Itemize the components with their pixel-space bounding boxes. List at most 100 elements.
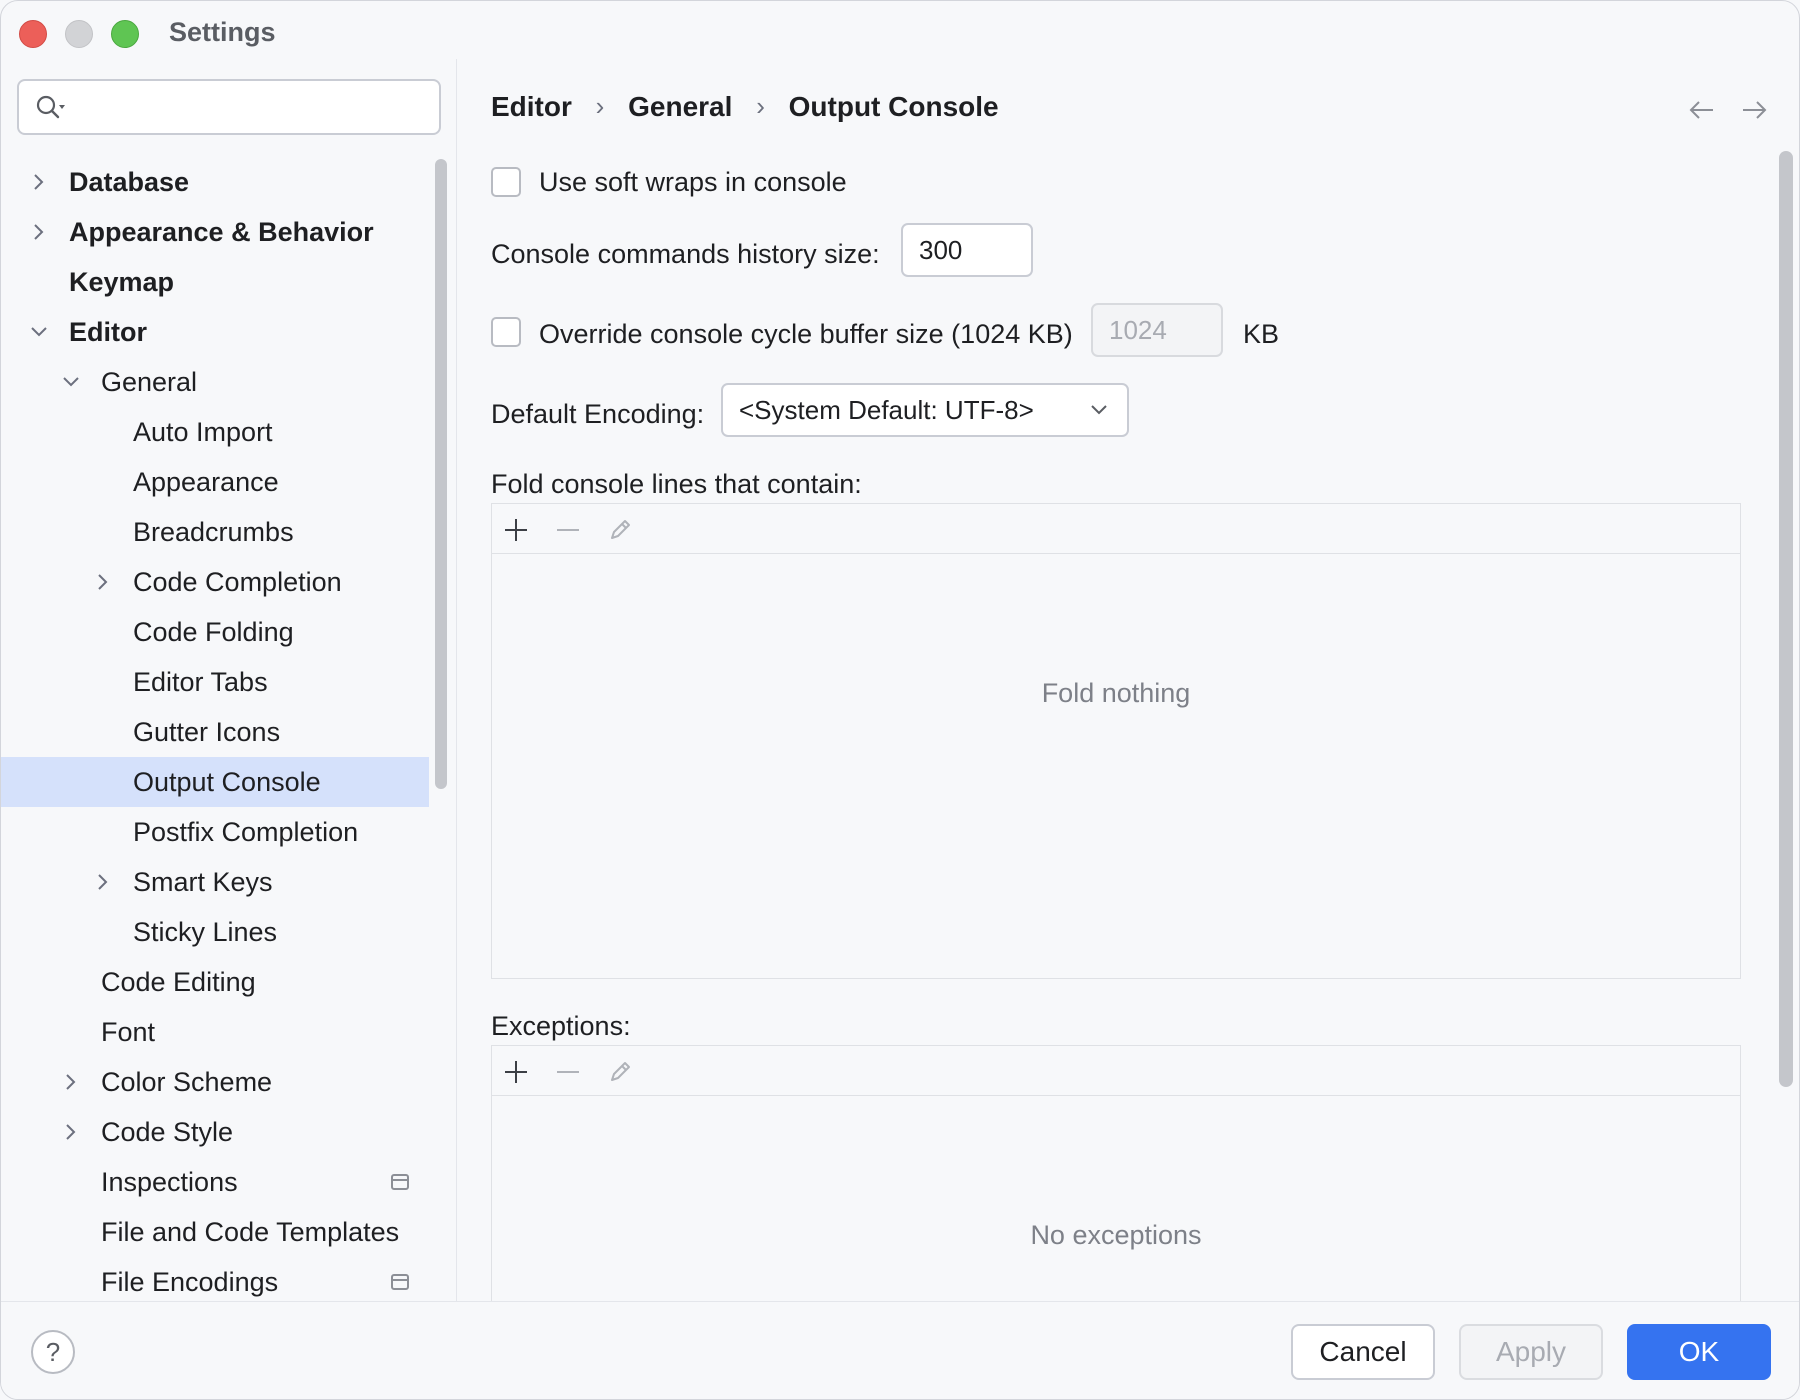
sidebar-item-label: File and Code Templates [101, 1217, 400, 1247]
chevron-down-icon[interactable] [29, 321, 49, 343]
sidebar-item-inspections[interactable]: Inspections [1, 1157, 429, 1207]
breadcrumb-output-console: Output Console [788, 90, 999, 122]
sidebar-item-file-and-code-templates[interactable]: File and Code Templates [1, 1207, 429, 1257]
sidebar-item-sticky-lines[interactable]: Sticky Lines [1, 907, 429, 957]
sidebar-item-label: Appearance [133, 467, 279, 497]
sidebar-item-label: Font [101, 1017, 156, 1047]
settings-content: Editor › General › Output Console Use so… [459, 59, 1799, 1315]
history-size-label: Console commands history size: [491, 239, 880, 269]
sidebar-item-appearance-behavior[interactable]: Appearance & Behavior [1, 207, 429, 257]
breadcrumb-editor[interactable]: Editor [491, 91, 572, 123]
content-scrollbar[interactable] [1779, 151, 1793, 1087]
sidebar-item-output-console[interactable]: Output Console [1, 757, 429, 807]
settings-window: Settings Database Appearance & Behavior Ke… [0, 0, 1800, 1400]
chevron-down-icon[interactable] [61, 371, 81, 393]
sidebar-scrollbar[interactable] [435, 159, 447, 789]
sidebar-item-gutter-icons[interactable]: Gutter Icons [1, 707, 429, 757]
project-scope-icon [391, 1174, 409, 1190]
sidebar-item-label: Editor Tabs [133, 667, 268, 697]
chevron-right-icon[interactable] [61, 1121, 81, 1143]
chevron-right-icon[interactable] [93, 871, 113, 893]
override-buffer-label: Override console cycle buffer size (1024… [539, 319, 1073, 349]
search-input[interactable] [75, 89, 425, 125]
encoding-select[interactable]: <System Default: UTF-8> [721, 383, 1129, 437]
sidebar-item-file-encodings[interactable]: File Encodings [1, 1257, 429, 1307]
fold-empty-text: Fold nothing [1041, 678, 1191, 708]
ok-button[interactable]: OK [1627, 1324, 1771, 1380]
chevron-right-icon[interactable] [29, 221, 49, 243]
cancel-button[interactable]: Cancel [1291, 1324, 1435, 1380]
search-icon [36, 95, 65, 119]
sidebar-item-label: Auto Import [133, 417, 273, 447]
settings-search[interactable] [17, 79, 441, 135]
sidebar-item-label: Keymap [69, 267, 175, 297]
buffer-unit-label: KB [1243, 319, 1280, 349]
sidebar-item-color-scheme[interactable]: Color Scheme [1, 1057, 429, 1107]
sidebar-item-label: Editor [69, 317, 147, 347]
fold-lines-panel: Fold nothing [491, 503, 1741, 979]
edit-pencil-icon[interactable] [606, 1058, 634, 1086]
edit-pencil-icon[interactable] [606, 516, 634, 544]
dialog-footer: ? Cancel Apply OK [1, 1301, 1799, 1399]
breadcrumb-general[interactable]: General [628, 91, 732, 123]
sidebar-item-smart-keys[interactable]: Smart Keys [1, 857, 429, 907]
chevron-down-icon [1091, 405, 1107, 415]
sidebar-item-label: Gutter Icons [133, 717, 281, 747]
sidebar-item-code-editing[interactable]: Code Editing [1, 957, 429, 1007]
sidebar-item-postfix-completion[interactable]: Postfix Completion [1, 807, 429, 857]
chevron-right-icon[interactable] [29, 171, 49, 193]
minimize-window-button[interactable] [65, 20, 93, 48]
project-scope-icon [391, 1274, 409, 1290]
apply-button[interactable]: Apply [1459, 1324, 1603, 1380]
sidebar-item-label: Code Completion [133, 567, 342, 597]
history-size-input[interactable]: 300 [901, 223, 1033, 277]
sidebar-item-appearance[interactable]: Appearance [1, 457, 429, 507]
fold-label: Fold console lines that contain: [491, 469, 862, 499]
history-navigation [1685, 93, 1775, 129]
forward-arrow-icon[interactable] [1737, 93, 1771, 127]
sidebar-item-breadcrumbs[interactable]: Breadcrumbs [1, 507, 429, 557]
exceptions-toolbar [492, 1046, 1740, 1096]
sidebar-item-code-style[interactable]: Code Style [1, 1107, 429, 1157]
sidebar-item-auto-import[interactable]: Auto Import [1, 407, 429, 457]
close-window-button[interactable] [19, 20, 47, 48]
sidebar-item-label: Breadcrumbs [133, 517, 294, 547]
remove-icon[interactable] [554, 1058, 582, 1086]
sidebar-item-code-completion[interactable]: Code Completion [1, 557, 429, 607]
sidebar-item-code-folding[interactable]: Code Folding [1, 607, 429, 657]
settings-tree: Database Appearance & Behavior Keymap Edito… [1, 157, 429, 1307]
sidebar-item-label: Code Editing [101, 967, 256, 997]
soft-wraps-label: Use soft wraps in console [539, 167, 847, 197]
sidebar-item-label: Code Folding [133, 617, 294, 647]
sidebar-item-label: General [101, 367, 198, 397]
back-arrow-icon[interactable] [1685, 93, 1719, 127]
maximize-window-button[interactable] [111, 20, 139, 48]
sidebar-item-editor[interactable]: Editor [1, 307, 429, 357]
fold-toolbar [492, 504, 1740, 554]
add-icon[interactable] [502, 1058, 530, 1086]
encoding-label: Default Encoding: [491, 399, 705, 429]
chevron-right-icon[interactable] [93, 571, 113, 593]
sidebar-item-general[interactable]: General [1, 357, 429, 407]
sidebar-item-keymap[interactable]: Keymap [1, 257, 429, 307]
chevron-right-icon[interactable] [61, 1071, 81, 1093]
sidebar-item-label: Color Scheme [101, 1067, 273, 1097]
remove-icon[interactable] [554, 516, 582, 544]
override-buffer-checkbox[interactable] [491, 317, 521, 347]
sidebar-item-label: File Encodings [101, 1267, 279, 1297]
help-button[interactable]: ? [31, 1330, 75, 1374]
add-icon[interactable] [502, 516, 530, 544]
exceptions-panel: No exceptions [491, 1045, 1741, 1315]
sidebar-item-database[interactable]: Database [1, 157, 429, 207]
breadcrumb-separator: › [595, 91, 605, 122]
buffer-size-input[interactable]: 1024 [1091, 303, 1223, 357]
encoding-value: <System Default: UTF-8> [739, 395, 1034, 425]
soft-wraps-checkbox[interactable] [491, 167, 521, 197]
settings-sidebar: Database Appearance & Behavior Keymap Edito… [1, 59, 457, 1301]
sidebar-item-label: Output Console [133, 767, 321, 797]
breadcrumb-separator: › [756, 91, 765, 122]
sidebar-item-label: Inspections [101, 1167, 238, 1197]
sidebar-item-label: Code Style [101, 1117, 234, 1147]
sidebar-item-editor-tabs[interactable]: Editor Tabs [1, 657, 429, 707]
sidebar-item-font[interactable]: Font [1, 1007, 429, 1057]
